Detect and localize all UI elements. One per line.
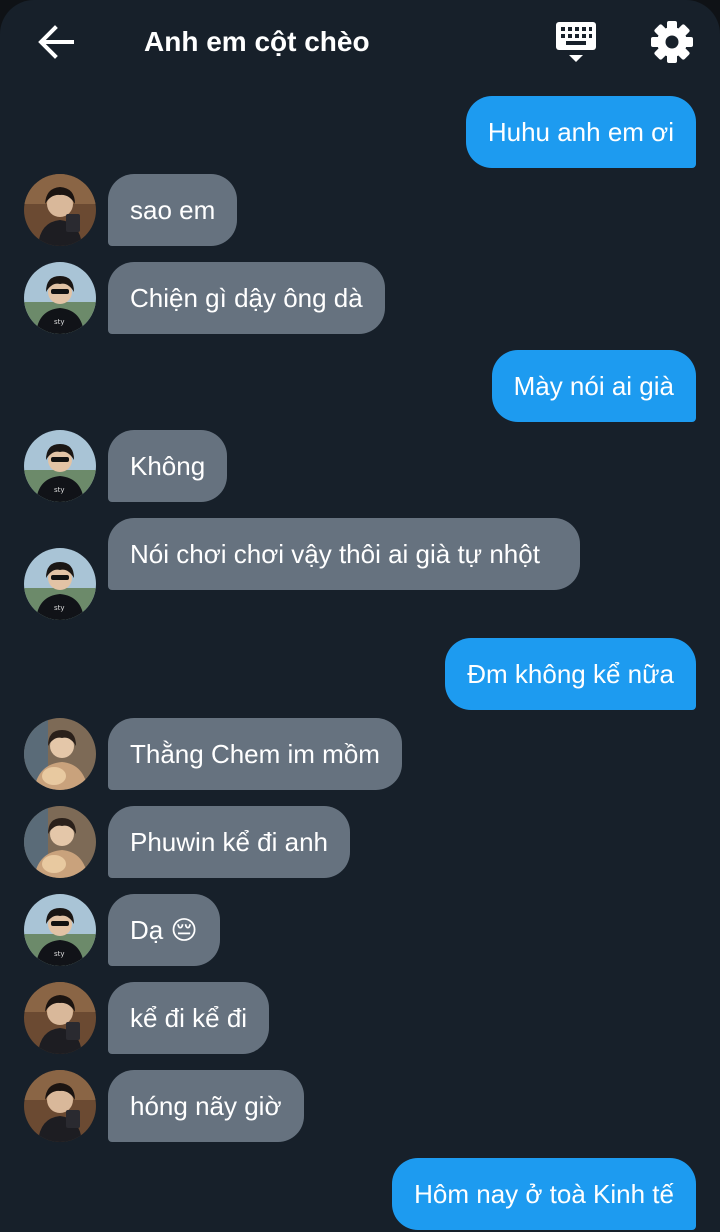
gear-icon xyxy=(651,21,693,63)
message-incoming: hóng nãy giờ xyxy=(0,1070,720,1142)
message-bubble-incoming[interactable]: Thằng Chem im mồm xyxy=(108,718,402,790)
avatar-photo-icon xyxy=(24,806,96,878)
avatar-photo-icon xyxy=(24,174,96,246)
message-bubble-incoming[interactable]: sao em xyxy=(108,174,238,246)
message-incoming: sty Dạ 😔 xyxy=(0,894,720,966)
message-incoming: sao em xyxy=(0,174,720,246)
arrow-back-icon xyxy=(38,25,74,59)
message-incoming: sty Nói chơi chơi vậy thôi ai già tự nhộ… xyxy=(0,518,720,622)
avatar[interactable] xyxy=(24,718,96,790)
message-incoming: sty Chiện gì dậy ông dà xyxy=(0,262,720,334)
message-bubble-outgoing[interactable]: Hôm nay ở toà Kinh tế xyxy=(392,1158,696,1230)
message-bubble-incoming[interactable]: hóng nãy giờ xyxy=(108,1070,304,1142)
avatar[interactable]: sty xyxy=(24,548,96,620)
back-button[interactable] xyxy=(34,20,78,64)
avatar-photo-icon xyxy=(24,718,96,790)
avatar[interactable] xyxy=(24,982,96,1054)
avatar-photo-icon xyxy=(24,1070,96,1142)
avatar-photo-icon: sty xyxy=(24,548,96,620)
message-incoming: sty Không xyxy=(0,430,720,502)
message-outgoing: Hôm nay ở toà Kinh tế xyxy=(0,1158,720,1230)
message-outgoing: Huhu anh em ơi xyxy=(0,96,720,168)
avatar[interactable] xyxy=(24,806,96,878)
avatar-photo-icon: sty xyxy=(24,430,96,502)
avatar[interactable]: sty xyxy=(24,894,96,966)
chat-header: Anh em cột chèo xyxy=(0,0,720,84)
avatar-photo-icon: sty xyxy=(24,262,96,334)
avatar[interactable] xyxy=(24,174,96,246)
message-bubble-incoming[interactable]: kể đi kể đi xyxy=(108,982,270,1054)
message-outgoing: Đm không kể nữa xyxy=(0,638,720,710)
message-bubble-incoming[interactable]: Phuwin kể đi anh xyxy=(108,806,351,878)
message-bubble-incoming[interactable]: Chiện gì dậy ông dà xyxy=(108,262,385,334)
settings-button[interactable] xyxy=(648,18,696,66)
avatar[interactable]: sty xyxy=(24,430,96,502)
message-bubble-outgoing[interactable]: Đm không kể nữa xyxy=(445,638,696,710)
avatar[interactable]: sty xyxy=(24,262,96,334)
message-bubble-incoming[interactable]: Dạ 😔 xyxy=(108,894,220,966)
svg-text:sty: sty xyxy=(54,318,65,326)
avatar-photo-icon xyxy=(24,982,96,1054)
avatar[interactable] xyxy=(24,1070,96,1142)
svg-text:sty: sty xyxy=(54,950,65,958)
message-bubble-outgoing[interactable]: Mày nói ai già xyxy=(491,350,696,422)
message-incoming: kể đi kể đi xyxy=(0,982,720,1054)
message-bubble-incoming[interactable]: Nói chơi chơi vậy thôi ai già tự nhột xyxy=(108,518,580,590)
keyboard-button[interactable] xyxy=(552,20,600,64)
chat-title: Anh em cột chèo xyxy=(144,26,370,57)
message-outgoing: Mày nói ai già xyxy=(0,350,720,422)
svg-text:sty: sty xyxy=(54,486,65,494)
chat-screen: Anh em cột chèo Huhu anh em ơi sao em st… xyxy=(0,0,720,1232)
message-bubble-outgoing[interactable]: Huhu anh em ơi xyxy=(465,96,696,168)
avatar-photo-icon: sty xyxy=(24,894,96,966)
message-incoming: Thằng Chem im mồm xyxy=(0,718,720,790)
message-incoming: Phuwin kể đi anh xyxy=(0,806,720,878)
svg-text:sty: sty xyxy=(54,604,65,612)
keyboard-icon xyxy=(556,22,596,62)
message-bubble-incoming[interactable]: Không xyxy=(108,430,228,502)
